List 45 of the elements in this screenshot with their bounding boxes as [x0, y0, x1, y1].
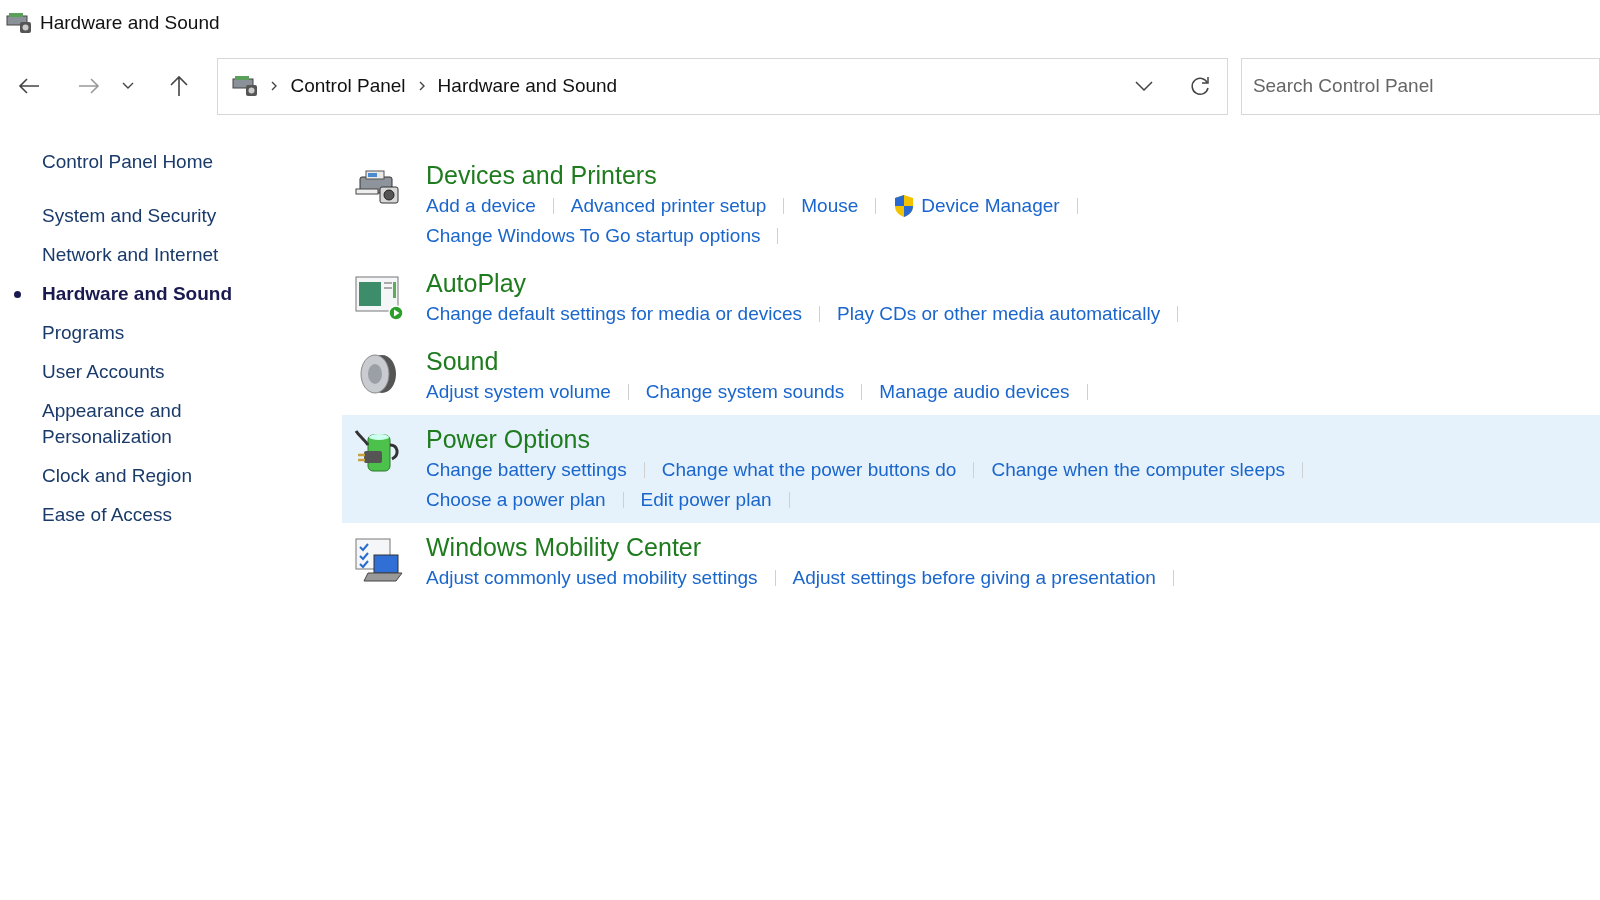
- sidebar-link[interactable]: System and Security: [42, 203, 252, 229]
- window-title: Hardware and Sound: [40, 10, 220, 35]
- sidebar-link[interactable]: Control Panel Home: [42, 149, 252, 175]
- sidebar-link[interactable]: Appearance and Personalization: [42, 398, 252, 450]
- task-link[interactable]: Change when the computer sleeps: [991, 455, 1286, 485]
- control-panel-icon: [6, 12, 32, 34]
- chevron-right-icon: [270, 80, 279, 92]
- task-link[interactable]: Edit power plan: [640, 485, 772, 515]
- sidebar-link[interactable]: User Accounts: [42, 359, 252, 385]
- task-link[interactable]: Change system sounds: [645, 377, 845, 407]
- task-link[interactable]: Device Manager: [921, 191, 1060, 221]
- category-title-link[interactable]: Devices and Printers: [426, 159, 1095, 191]
- task-link[interactable]: Change Windows To Go startup options: [426, 221, 761, 251]
- task-link[interactable]: Adjust settings before giving a presentation: [792, 563, 1156, 593]
- laptop-checklist-icon: [354, 537, 404, 585]
- address-bar[interactable]: Control Panel Hardware and Sound: [217, 57, 1228, 115]
- chevron-down-icon: [1134, 81, 1153, 91]
- breadcrumb[interactable]: Control Panel: [290, 71, 406, 101]
- sidebar-link[interactable]: Hardware and Sound: [42, 281, 252, 307]
- task-link[interactable]: Add a device: [426, 191, 536, 221]
- chevron-down-icon: [122, 82, 134, 90]
- task-link[interactable]: Advanced printer setup: [570, 191, 767, 221]
- task-link[interactable]: Adjust system volume: [426, 377, 611, 407]
- window-play-icon: [354, 273, 404, 321]
- task-link[interactable]: Change default settings for media or devices: [426, 299, 802, 329]
- task-link[interactable]: Choose a power plan: [426, 485, 606, 515]
- control-panel-icon: [232, 75, 259, 97]
- task-link[interactable]: Play CDs or other media automatically: [837, 299, 1161, 329]
- sidebar-link[interactable]: Ease of Access: [42, 502, 252, 528]
- breadcrumb[interactable]: Hardware and Sound: [437, 71, 618, 101]
- task-link[interactable]: Change battery settings: [426, 455, 627, 485]
- category-title-link[interactable]: AutoPlay: [426, 267, 1196, 299]
- task-link[interactable]: Manage audio devices: [879, 377, 1070, 407]
- category-title-link[interactable]: Windows Mobility Center: [426, 531, 1191, 563]
- task-link[interactable]: Mouse: [801, 191, 859, 221]
- task-link[interactable]: Change what the power buttons do: [661, 455, 957, 485]
- sidebar-link[interactable]: Programs: [42, 320, 252, 346]
- search-field[interactable]: Search Control Panel: [1240, 57, 1600, 115]
- task-link[interactable]: Adjust commonly used mobility settings: [426, 563, 758, 593]
- sidebar-link[interactable]: Network and Internet: [42, 242, 252, 268]
- chevron-right-icon: [417, 80, 426, 92]
- category-title-link[interactable]: Power Options: [426, 423, 1321, 455]
- refresh-icon: [1188, 75, 1211, 97]
- category-title-link[interactable]: Sound: [426, 345, 1105, 377]
- sidebar-link[interactable]: Clock and Region: [42, 463, 252, 489]
